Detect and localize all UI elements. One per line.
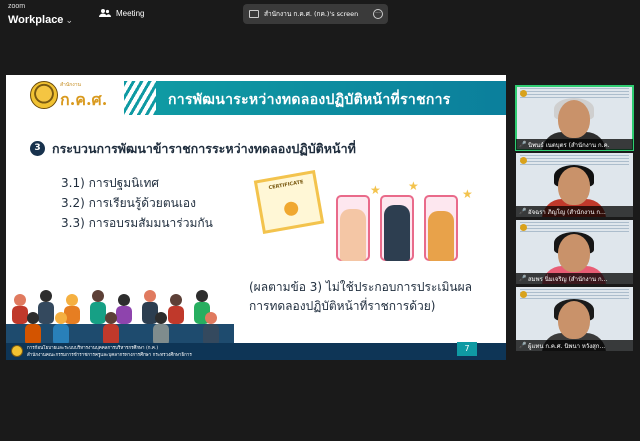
okhs-logo: สำนักงาน ก.ค.ศ.	[30, 79, 107, 111]
section-number: 3	[30, 141, 45, 156]
certificate-icon: CERTIFICATE	[253, 170, 325, 234]
participant-face	[558, 234, 590, 272]
mic-muted-icon: 🎤	[519, 141, 527, 148]
logo-big-text: ก.ค.ศ.	[60, 90, 108, 109]
screen-share-icon	[249, 10, 259, 18]
participant-name: สมพร นิ่มเจริญ (สำนักงาน ก...	[528, 275, 608, 283]
meeting-label: Meeting	[116, 8, 145, 18]
more-options-icon[interactable]: ···	[373, 9, 383, 19]
next-arrows-icon: »»»	[484, 340, 501, 353]
learning-illustration: CERTIFICATE ★ ★ ★	[253, 170, 478, 265]
participant-tile[interactable]: 🎤 อัจฉรา ภิญโญ (สำนักงาน ก...	[516, 153, 633, 217]
note-line: (ผลตามข้อ 3) ไม่ใช้ประกอบการประเมินผล	[249, 280, 472, 294]
list-item: 3.1) การปฐมนิเทศ	[61, 176, 160, 190]
star-icon: ★	[408, 179, 419, 193]
person-figure	[428, 211, 454, 261]
participant-nameplate: 🎤 ผู้แทน ก.ค.ศ. นิพนา หวังสุก...	[516, 340, 633, 351]
participant-name: อัจฉรา ภิญโญ (สำนักงาน ก...	[528, 208, 606, 216]
participant-face	[558, 167, 590, 205]
shared-slide: สำนักงาน ก.ค.ศ. การพัฒนาระหว่างทดลองปฏิบ…	[6, 75, 506, 360]
screen-share-indicator[interactable]: สำนักงาน ก.ค.ศ. (กค.)'s screen ···	[243, 4, 388, 24]
zoom-window: zoom Workplace ⌄ Meeting สำนักงาน ก.ค.ศ. …	[0, 0, 640, 441]
list-item: 3.3) การอบรมสัมมนาร่วมกัน	[61, 216, 213, 230]
participant-name: นิพนธ์ เนตบุตร (สำนักงาน ก.ค.	[528, 141, 610, 149]
mic-muted-icon: 🎤	[519, 275, 527, 282]
person-figure	[340, 209, 366, 261]
screen-share-label: สำนักงาน ก.ค.ศ. (กค.)'s screen	[264, 10, 359, 18]
top-bar: zoom Workplace ⌄ Meeting สำนักงาน ก.ค.ศ. …	[0, 0, 640, 28]
participant-nameplate: 🎤 อัจฉรา ภิญโญ (สำนักงาน ก...	[516, 206, 633, 217]
participant-face	[558, 100, 590, 138]
slide-title: การพัฒนาระหว่างทดลองปฏิบัติหน้าที่ราชการ	[168, 92, 451, 108]
meeting-menu[interactable]: Meeting	[99, 8, 144, 18]
certificate-text: CERTIFICATE	[268, 179, 304, 192]
participant-nameplate: 🎤 นิพนธ์ เนตบุตร (สำนักงาน ก.ค.	[516, 139, 633, 150]
section-heading: กระบวนการพัฒนาข้าราชการระหว่างทดลองปฏิบั…	[52, 141, 356, 156]
logo-top: zoom	[8, 3, 26, 10]
star-icon: ★	[462, 187, 473, 201]
participants-icon	[99, 9, 111, 17]
chevron-down-icon: ⌄	[65, 16, 73, 26]
footer-seal-icon	[11, 345, 23, 357]
mic-muted-icon: 🎤	[519, 208, 527, 215]
slide-footer: การก้อนโยบายและระบบบริหารงานบุคคลการบริห…	[6, 343, 506, 360]
list-item: 3.2) การเรียนรู้ด้วยตนเอง	[61, 196, 196, 210]
participant-face	[558, 301, 590, 339]
zoom-logo[interactable]: zoom Workplace ⌄	[8, 3, 73, 26]
slide-header: สำนักงาน ก.ค.ศ. การพัฒนาระหว่างทดลองปฏิบ…	[6, 75, 506, 115]
participant-tile[interactable]: 🎤 นิพนธ์ เนตบุตร (สำนักงาน ก.ค.	[515, 85, 634, 151]
logo-bottom: Workplace	[8, 14, 64, 26]
seal-icon	[520, 157, 527, 164]
footer-text: การก้อนโยบายและระบบบริหารงานบุคคลการบริห…	[27, 346, 159, 351]
person-figure	[384, 205, 410, 261]
participant-name: ผู้แทน ก.ค.ศ. นิพนา หวังสุก...	[528, 342, 606, 350]
badge-icon	[283, 200, 300, 217]
header-stripes	[124, 81, 158, 115]
seal-icon	[520, 90, 527, 97]
participant-nameplate: 🎤 สมพร นิ่มเจริญ (สำนักงาน ก...	[516, 273, 633, 284]
seal-icon	[30, 81, 58, 109]
seal-icon	[520, 224, 527, 231]
star-icon: ★	[370, 183, 381, 197]
title-band: การพัฒนาระหว่างทดลองปฏิบัติหน้าที่ราชการ	[156, 81, 506, 115]
participant-tile[interactable]: 🎤 ผู้แทน ก.ค.ศ. นิพนา หวังสุก...	[516, 287, 633, 351]
footer-text: สำนักงานคณะกรรมการข้าราชการครูและบุคลากร…	[27, 353, 192, 358]
mic-muted-icon: 🎤	[519, 342, 527, 349]
note-line: การทดลองปฏิบัติหน้าที่ราชการด้วย)	[249, 299, 436, 313]
seal-icon	[520, 291, 527, 298]
audience-illustration	[6, 290, 234, 350]
participant-tile[interactable]: 🎤 สมพร นิ่มเจริญ (สำนักงาน ก...	[516, 220, 633, 284]
page-number: 7	[457, 342, 477, 356]
